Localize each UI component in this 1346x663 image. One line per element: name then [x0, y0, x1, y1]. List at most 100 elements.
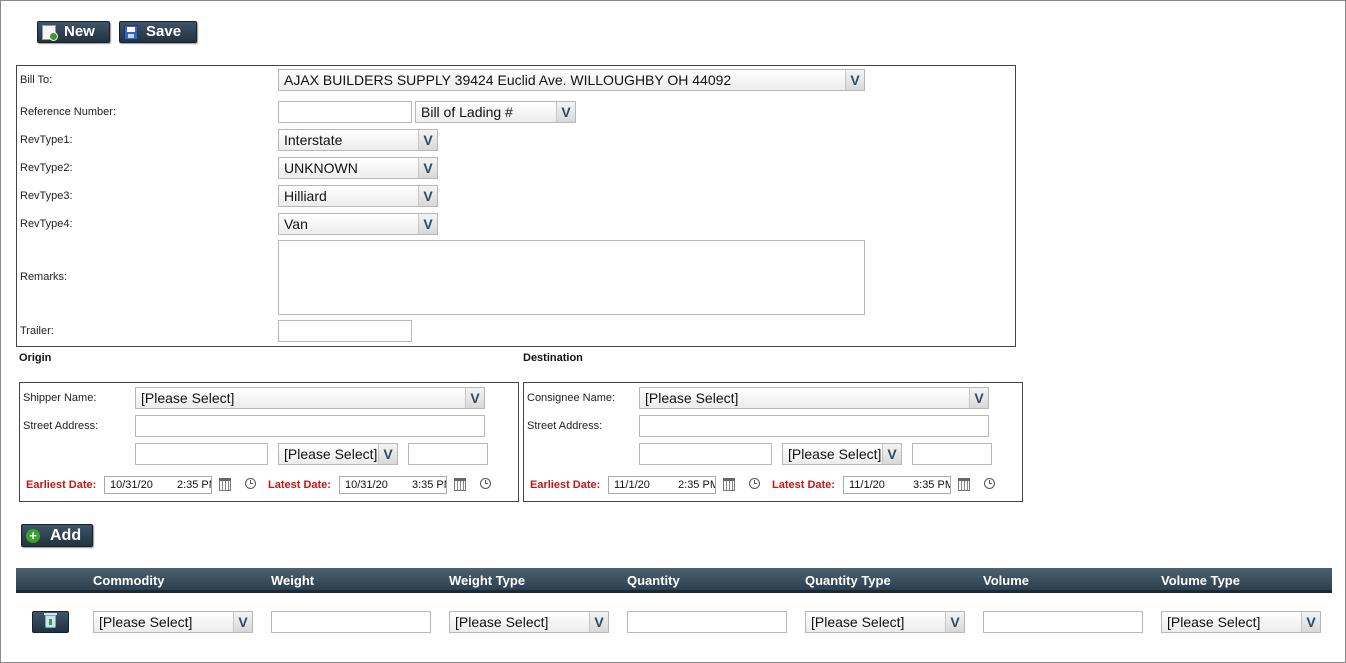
- save-button[interactable]: Save: [119, 21, 197, 43]
- dropdown-arrow-icon: V: [1301, 612, 1320, 632]
- destination-latest-time: 3:35 PM: [913, 479, 951, 491]
- save-disk-icon: [124, 24, 138, 40]
- volume-type-value: [Please Select]: [1167, 614, 1261, 630]
- origin-earliest-date: 10/31/20: [110, 479, 153, 491]
- clock-icon[interactable]: [245, 478, 256, 489]
- consignee-name-value: [Please Select]: [645, 390, 739, 406]
- calendar-icon[interactable]: [454, 478, 466, 491]
- revtype2-label: RevType2:: [20, 162, 73, 174]
- revtype2-select[interactable]: UNKNOWN V: [278, 157, 438, 179]
- bill-to-select[interactable]: AJAX BUILDERS SUPPLY 39424 Euclid Ave. W…: [278, 69, 865, 91]
- save-button-label: Save: [146, 23, 182, 40]
- dropdown-arrow-icon: V: [465, 388, 484, 408]
- column-header-volume: Volume: [983, 573, 1029, 588]
- volume-type-select[interactable]: [Please Select] V: [1161, 611, 1321, 633]
- quantity-input[interactable]: [627, 611, 787, 633]
- revtype1-select[interactable]: Interstate V: [278, 129, 438, 151]
- column-header-weight: Weight: [271, 573, 315, 588]
- calendar-icon[interactable]: [958, 478, 970, 491]
- origin-street-input[interactable]: [135, 415, 485, 437]
- new-button[interactable]: New: [37, 21, 110, 43]
- origin-latest-date: 10/31/20: [345, 479, 388, 491]
- commodity-value: [Please Select]: [99, 614, 193, 630]
- dropdown-arrow-icon: V: [882, 444, 901, 464]
- calendar-icon[interactable]: [219, 478, 231, 491]
- column-header-weight-type: Weight Type: [449, 573, 526, 588]
- reference-number-input[interactable]: [278, 101, 412, 123]
- reference-number-label: Reference Number:: [20, 106, 116, 118]
- destination-city-input[interactable]: [639, 443, 772, 465]
- dropdown-arrow-icon: V: [845, 70, 864, 90]
- column-header-commodity: Commodity: [93, 573, 165, 588]
- quantity-type-select[interactable]: [Please Select] V: [805, 611, 965, 633]
- weight-type-value: [Please Select]: [455, 614, 549, 630]
- revtype4-value: Van: [284, 216, 308, 232]
- shipper-name-label: Shipper Name:: [23, 392, 97, 404]
- weight-type-select[interactable]: [Please Select] V: [449, 611, 609, 633]
- destination-street-label: Street Address:: [527, 420, 603, 432]
- revtype1-value: Interstate: [284, 132, 343, 148]
- add-plus-icon: +: [26, 528, 40, 543]
- origin-earliest-datetime-input[interactable]: 10/31/20 2:35 PM: [104, 476, 212, 494]
- commodity-grid-header: Commodity Weight Weight Type Quantity Qu…: [16, 568, 1332, 593]
- remarks-textarea[interactable]: [278, 240, 865, 315]
- add-commodity-button[interactable]: + Add: [21, 524, 93, 547]
- origin-latest-datetime-input[interactable]: 10/31/20 3:35 PM: [339, 476, 447, 494]
- dropdown-arrow-icon: V: [969, 388, 988, 408]
- destination-earliest-datetime-input[interactable]: 11/1/20 2:35 PM: [608, 476, 716, 494]
- origin-earliest-time: 2:35 PM: [176, 479, 211, 491]
- column-header-quantity-type: Quantity Type: [805, 573, 891, 588]
- origin-state-select[interactable]: [Please Select] V: [278, 443, 398, 465]
- dropdown-arrow-icon: V: [589, 612, 608, 632]
- bill-to-label: Bill To:: [20, 74, 53, 86]
- destination-street-input[interactable]: [639, 415, 989, 437]
- column-header-volume-type: Volume Type: [1161, 573, 1240, 588]
- commodity-select[interactable]: [Please Select] V: [93, 611, 253, 633]
- dropdown-arrow-icon: V: [233, 612, 252, 632]
- destination-title: Destination: [523, 352, 583, 364]
- shipper-name-select[interactable]: [Please Select] V: [135, 387, 485, 409]
- destination-latest-label: Latest Date:: [772, 479, 835, 491]
- reference-type-select[interactable]: Bill of Lading # V: [415, 101, 576, 123]
- destination-earliest-date: 11/1/20: [614, 479, 650, 491]
- dropdown-arrow-icon: V: [418, 186, 437, 206]
- origin-latest-label: Latest Date:: [268, 479, 331, 491]
- origin-city-input[interactable]: [135, 443, 268, 465]
- quantity-type-value: [Please Select]: [811, 614, 905, 630]
- new-document-icon: [42, 24, 58, 41]
- delete-row-button[interactable]: [32, 611, 69, 633]
- consignee-name-select[interactable]: [Please Select] V: [639, 387, 989, 409]
- shipper-name-value: [Please Select]: [141, 390, 235, 406]
- revtype3-value: Hilliard: [284, 188, 327, 204]
- clock-icon[interactable]: [749, 478, 760, 489]
- calendar-icon[interactable]: [723, 478, 735, 491]
- clock-icon[interactable]: [480, 478, 491, 489]
- dropdown-arrow-icon: V: [418, 130, 437, 150]
- origin-zip-input[interactable]: [408, 443, 488, 465]
- dropdown-arrow-icon: V: [418, 214, 437, 234]
- trash-icon: [44, 613, 57, 628]
- destination-zip-input[interactable]: [912, 443, 992, 465]
- trailer-label: Trailer:: [20, 325, 54, 337]
- remarks-label: Remarks:: [20, 271, 68, 283]
- bill-to-value: AJAX BUILDERS SUPPLY 39424 Euclid Ave. W…: [284, 72, 732, 88]
- destination-state-value: [Please Select]: [788, 446, 882, 462]
- origin-earliest-label: Earliest Date:: [26, 479, 97, 491]
- revtype3-select[interactable]: Hilliard V: [278, 185, 438, 207]
- weight-input[interactable]: [271, 611, 431, 633]
- volume-input[interactable]: [983, 611, 1143, 633]
- origin-state-value: [Please Select]: [284, 446, 378, 462]
- origin-title: Origin: [19, 352, 52, 364]
- destination-latest-datetime-input[interactable]: 11/1/20 3:35 PM: [843, 476, 951, 494]
- clock-icon[interactable]: [984, 478, 995, 489]
- revtype4-label: RevType4:: [20, 218, 73, 230]
- destination-latest-date: 11/1/20: [849, 479, 885, 491]
- dropdown-arrow-icon: V: [945, 612, 964, 632]
- dropdown-arrow-icon: V: [378, 444, 397, 464]
- consignee-name-label: Consignee Name:: [527, 392, 616, 404]
- new-button-label: New: [64, 23, 95, 40]
- trailer-input[interactable]: [278, 320, 412, 342]
- revtype4-select[interactable]: Van V: [278, 213, 438, 235]
- destination-state-select[interactable]: [Please Select] V: [782, 443, 902, 465]
- revtype1-label: RevType1:: [20, 134, 73, 146]
